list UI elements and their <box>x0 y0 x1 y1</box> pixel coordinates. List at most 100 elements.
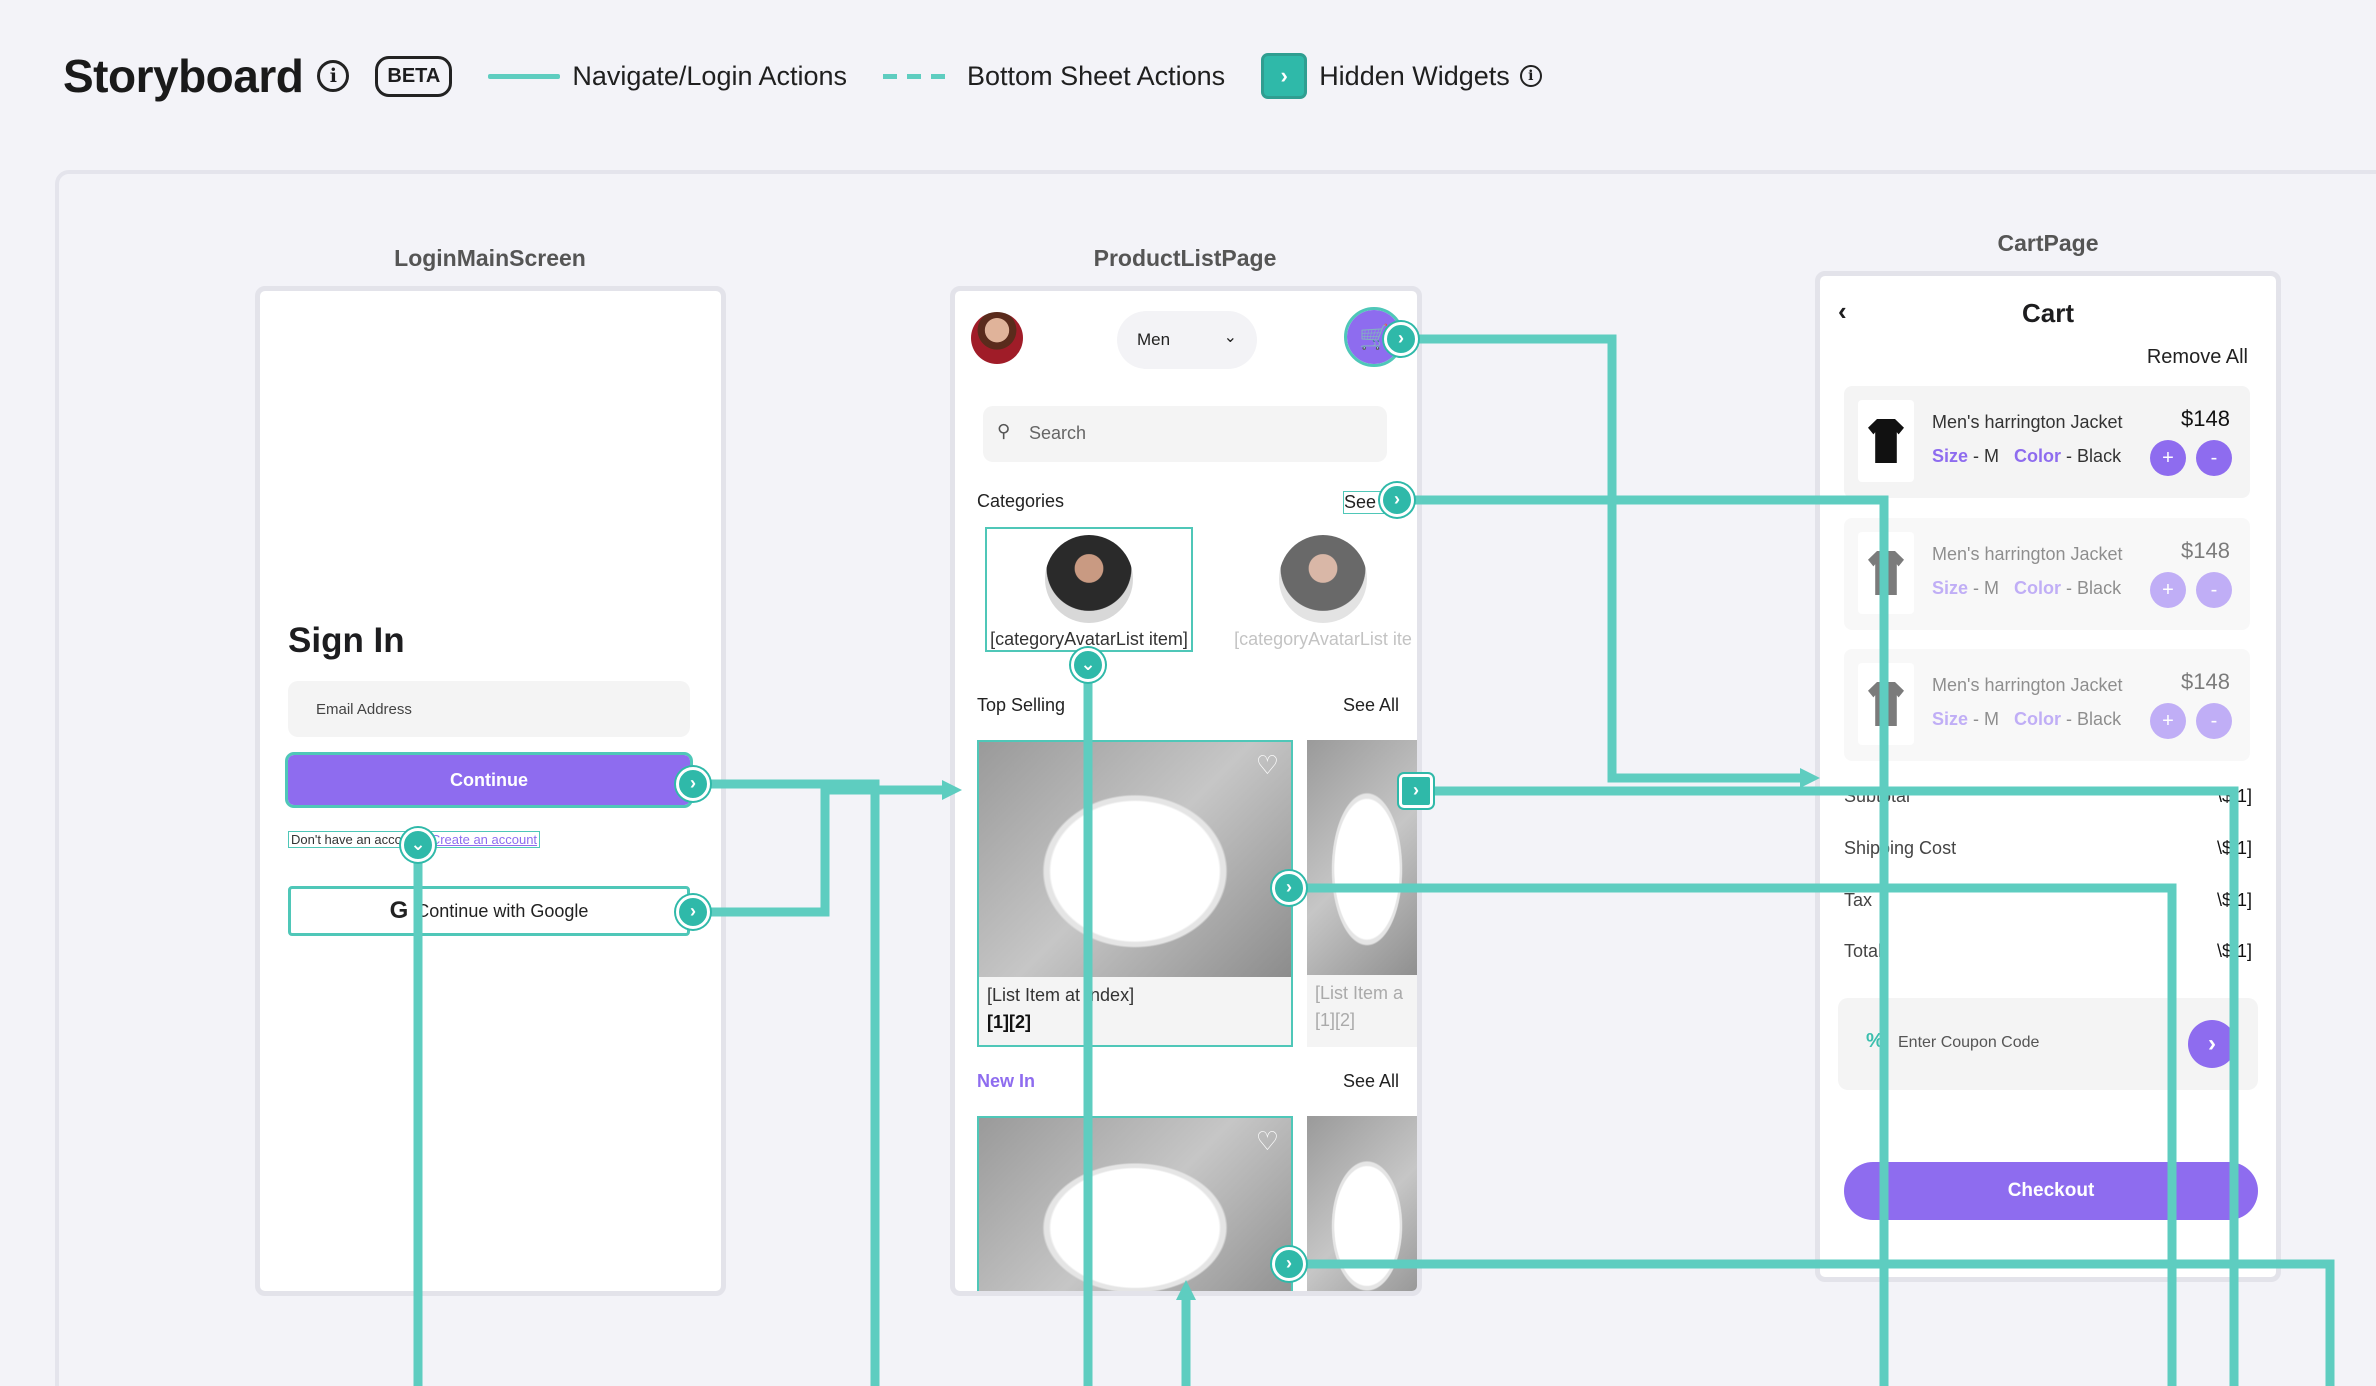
screen-label-login[interactable]: LoginMainScreen <box>255 245 725 272</box>
chevron-right-icon[interactable]: › <box>676 767 710 801</box>
cart-item[interactable]: Men's harrington Jacket $148 Size - M Co… <box>1844 518 2250 630</box>
size-label: Size <box>1932 446 1969 466</box>
heart-icon[interactable]: ♡ <box>1256 750 1279 781</box>
new-in-see-all-link[interactable]: See All <box>1343 1071 1399 1092</box>
summary-subtotal: Subtotal \$[1] <box>1844 786 2252 807</box>
cart-item-meta: Size - M Color - Black <box>1932 709 2122 729</box>
legend-hidden-widgets: › Hidden Widgets i <box>1261 53 1542 99</box>
solid-line-swatch <box>488 73 561 79</box>
chevron-right-icon: › <box>1261 53 1308 99</box>
chevron-right-icon[interactable]: › <box>1272 1247 1306 1281</box>
chevron-right-icon[interactable]: › <box>1380 483 1414 517</box>
product-thumbnail <box>1858 400 1914 482</box>
size-label: Size <box>1932 709 1969 729</box>
product-card[interactable] <box>1307 1116 1417 1291</box>
size-value: M <box>1984 446 2000 466</box>
percent-icon: % <box>1866 1030 1884 1052</box>
shirt-icon <box>1868 551 1904 595</box>
summary-value: \$[1] <box>2216 838 2252 858</box>
category-item-label: [categoryAvatarList ite <box>1234 629 1412 649</box>
cart-screen[interactable]: ‹ Cart Remove All Men's harrington Jacke… <box>1815 271 2281 1282</box>
google-button[interactable]: G Continue with Google <box>288 886 690 936</box>
cart-item-price: $148 <box>2181 538 2230 563</box>
chevron-right-icon[interactable]: › <box>1399 774 1433 808</box>
coupon-placeholder: Enter Coupon Code <box>1898 1034 2040 1051</box>
new-in-title: New In <box>977 1071 1036 1091</box>
email-field[interactable]: Email Address <box>288 681 690 737</box>
sign-in-title: Sign In <box>288 621 405 660</box>
product-list-screen[interactable]: Men ⌄ 🛒 ⚲ Search Categories See All [cat… <box>950 286 1422 1296</box>
color-value: Black <box>2077 578 2122 598</box>
chevron-right-icon[interactable]: › <box>676 895 710 929</box>
product-thumbnail <box>1858 663 1914 745</box>
beta-badge: BETA <box>375 55 453 97</box>
cart-title: Cart <box>2021 298 2074 328</box>
chevron-down-icon[interactable]: ⌄ <box>401 828 435 862</box>
avatar[interactable] <box>971 312 1023 364</box>
chevron-right-icon[interactable]: › <box>1272 871 1306 905</box>
category-avatar <box>1045 535 1133 623</box>
color-label: Color <box>2014 709 2062 729</box>
cart-item-meta: Size - M Color - Black <box>1932 578 2122 598</box>
login-screen[interactable]: Sign In Email Address Continue Don't hav… <box>255 286 726 1296</box>
cart-item-name: Men's harrington Jacket <box>1932 675 2123 695</box>
search-input[interactable]: ⚲ Search <box>983 406 1387 462</box>
shirt-icon <box>1868 682 1904 726</box>
top-selling-see-all-link[interactable]: See All <box>1343 695 1399 716</box>
summary-total: Total \$[1] <box>1844 941 2252 962</box>
legend-navigate: Navigate/Login Actions <box>488 61 847 92</box>
google-icon: G <box>389 897 409 924</box>
product-image <box>1307 1116 1417 1291</box>
checkout-button[interactable]: Checkout <box>1844 1162 2258 1220</box>
color-value: Black <box>2077 446 2122 466</box>
summary-value: \$[1] <box>2216 941 2252 961</box>
gender-value: Men <box>1137 330 1171 349</box>
search-placeholder: Search <box>1029 423 1087 443</box>
gender-select[interactable]: Men ⌄ <box>1117 311 1257 369</box>
increment-button[interactable]: + <box>2150 703 2186 739</box>
product-card[interactable]: ♡ <box>977 1116 1293 1291</box>
category-item[interactable]: [categoryAvatarList ite <box>1213 529 1417 650</box>
decrement-button[interactable]: - <box>2196 572 2232 608</box>
create-account-link[interactable]: Create an account <box>431 832 537 847</box>
summary-value: \$[1] <box>2216 786 2252 806</box>
color-value: Black <box>2077 709 2122 729</box>
cart-item-name: Men's harrington Jacket <box>1932 412 2123 432</box>
apply-coupon-button[interactable]: › <box>2188 1020 2236 1068</box>
decrement-button[interactable]: - <box>2196 703 2232 739</box>
decrement-button[interactable]: - <box>2196 440 2232 476</box>
screen-label-product-list[interactable]: ProductListPage <box>950 245 1420 272</box>
cart-item[interactable]: Men's harrington Jacket $148 Size - M Co… <box>1844 386 2250 498</box>
increment-button[interactable]: + <box>2150 440 2186 476</box>
product-image: ♡ <box>979 1118 1291 1291</box>
summary-value: \$[1] <box>2216 890 2252 910</box>
summary-label: Total <box>1844 941 1883 961</box>
product-thumbnail <box>1858 532 1914 614</box>
product-name: [List Item at Index] <box>987 985 1135 1005</box>
color-label: Color <box>2014 578 2062 598</box>
continue-button[interactable]: Continue <box>285 752 693 808</box>
cart-item[interactable]: Men's harrington Jacket $148 Size - M Co… <box>1844 649 2250 761</box>
chevron-down-icon[interactable]: ⌄ <box>1071 648 1105 682</box>
cart-item-meta: Size - M Color - Black <box>1932 446 2122 466</box>
storyboard-header: Storyboard i BETA Navigate/Login Actions… <box>63 40 1542 112</box>
info-icon[interactable]: i <box>317 60 350 92</box>
product-card[interactable]: ♡ [List Item at Index] [1][2] <box>977 740 1293 1047</box>
category-item[interactable]: [categoryAvatarList item] <box>985 527 1193 652</box>
dashed-line-swatch <box>883 73 946 79</box>
summary-label: Shipping Cost <box>1844 838 1957 858</box>
chevron-right-icon[interactable]: › <box>1384 322 1418 356</box>
remove-all-button[interactable]: Remove All <box>2147 346 2248 369</box>
heart-icon[interactable]: ♡ <box>1256 1126 1279 1157</box>
summary-label: Subtotal <box>1844 786 1911 806</box>
search-icon: ⚲ <box>997 421 1011 441</box>
info-icon[interactable]: i <box>1519 65 1542 87</box>
summary-label: Tax <box>1844 890 1873 910</box>
increment-button[interactable]: + <box>2150 572 2186 608</box>
screen-label-cart[interactable]: CartPage <box>1815 230 2281 257</box>
legend-bottom-sheet: Bottom Sheet Actions <box>883 61 1225 92</box>
coupon-input[interactable]: % Enter Coupon Code › <box>1838 998 2258 1090</box>
color-label: Color <box>2014 446 2062 466</box>
cart-item-price: $148 <box>2181 669 2230 694</box>
product-image: ♡ <box>979 742 1291 977</box>
